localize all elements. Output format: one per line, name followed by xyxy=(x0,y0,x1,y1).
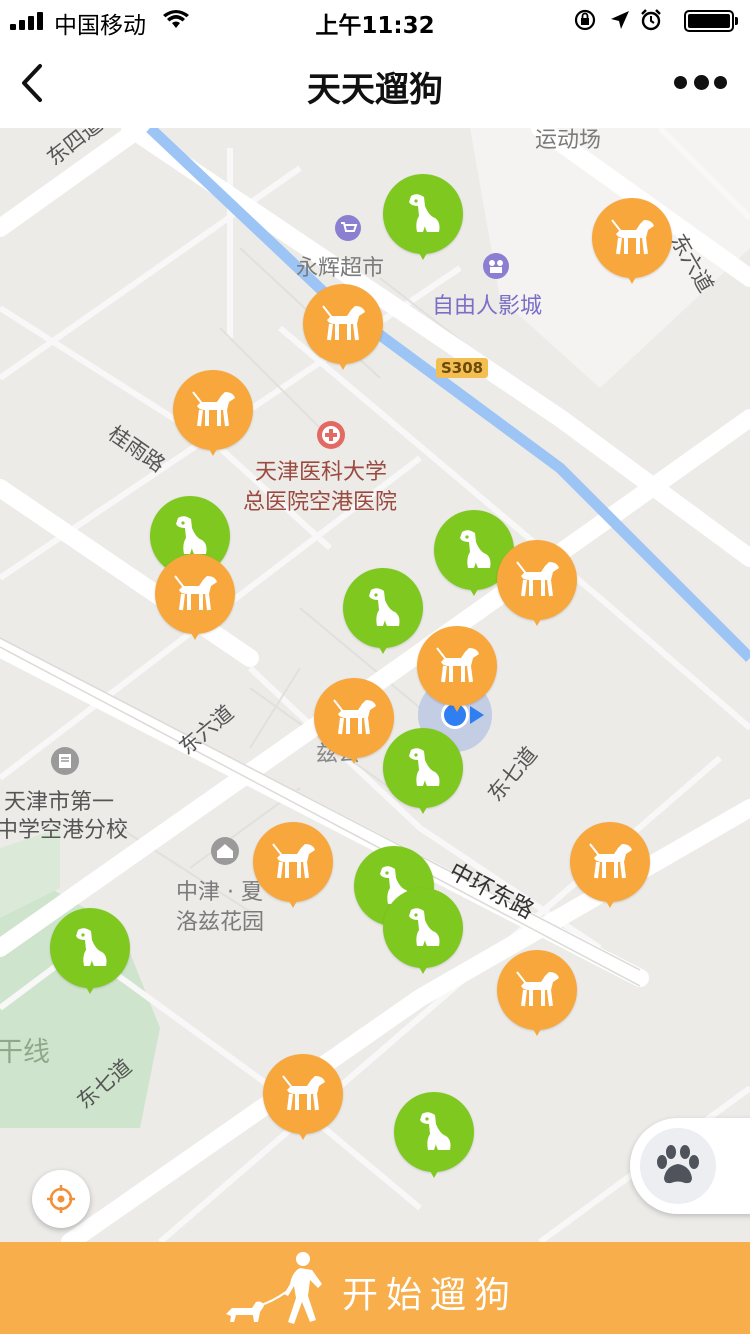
dog-marker-green[interactable] xyxy=(50,908,130,1002)
dog-marker-orange[interactable] xyxy=(570,822,650,916)
residence-icon xyxy=(211,837,239,865)
poi-label-school: 中学空港分校 xyxy=(0,818,129,843)
walking-dog-icon xyxy=(333,699,376,735)
location-arrow-icon xyxy=(611,11,629,29)
sitting-dog-icon xyxy=(369,588,400,626)
hospital-icon xyxy=(317,421,345,449)
dog-marker-green[interactable] xyxy=(383,174,463,268)
sitting-dog-icon xyxy=(409,194,440,232)
dog-marker-green[interactable] xyxy=(383,888,463,982)
poi-label-hospital: 总医院空港医院 xyxy=(243,490,398,515)
sitting-dog-icon xyxy=(76,928,107,966)
nav-bar: 天天遛狗 xyxy=(0,40,750,128)
dog-marker-orange[interactable] xyxy=(592,198,672,292)
more-dots-icon[interactable] xyxy=(674,72,728,96)
dog-marker-orange[interactable] xyxy=(314,678,394,772)
dog-marker-orange[interactable] xyxy=(497,540,577,634)
walking-dog-icon xyxy=(589,843,632,879)
poi-label-residence: 中津 · 夏 xyxy=(176,880,263,905)
school-icon xyxy=(51,747,79,775)
dog-marker-orange[interactable] xyxy=(263,1054,343,1148)
dog-marker-orange[interactable] xyxy=(253,822,333,916)
walking-dog-icon xyxy=(516,561,559,597)
dog-marker-orange[interactable] xyxy=(303,284,383,378)
dog-marker-green[interactable] xyxy=(343,568,423,662)
locate-button[interactable] xyxy=(32,1170,90,1228)
walking-dog-icon xyxy=(322,305,365,341)
walking-dog-icon xyxy=(436,647,479,683)
dog-marker-orange[interactable] xyxy=(417,626,497,720)
start-walk-label: 开始遛狗 xyxy=(342,1275,519,1316)
orientation-lock-icon xyxy=(574,9,596,31)
person-walking-dog-icon xyxy=(226,1252,322,1324)
poi-label: 运动场 xyxy=(535,128,602,153)
walking-dog-icon xyxy=(282,1075,325,1111)
dog-marker-orange[interactable] xyxy=(497,950,577,1044)
poi-label-cinema: 自由人影城 xyxy=(432,294,543,319)
walking-dog-icon xyxy=(174,575,217,611)
page-title: 天天遛狗 xyxy=(307,70,443,110)
sitting-dog-icon xyxy=(409,908,440,946)
highway-badge: S308 xyxy=(436,358,489,378)
paw-icon xyxy=(657,1145,699,1184)
cinema-icon xyxy=(483,253,509,279)
status-bar: 中国移动 上午11:32 xyxy=(0,0,750,40)
walking-dog-icon xyxy=(611,219,654,255)
sitting-dog-icon xyxy=(460,530,491,568)
poi-label-residence: 洛兹花园 xyxy=(176,910,265,935)
supermarket-icon xyxy=(335,215,361,241)
dog-marker-green[interactable] xyxy=(383,728,463,822)
battery-icon xyxy=(684,10,738,32)
dog-marker-green[interactable] xyxy=(394,1092,474,1186)
status-icons xyxy=(573,8,738,34)
poi-label-supermarket: 永辉超市 xyxy=(296,256,385,281)
poi-label-hospital: 天津医科大学 xyxy=(255,460,388,485)
paw-button[interactable] xyxy=(630,1118,750,1214)
dog-marker-orange[interactable] xyxy=(155,554,235,648)
sitting-dog-icon xyxy=(420,1112,451,1150)
sitting-dog-icon xyxy=(409,748,440,786)
alarm-icon xyxy=(641,9,661,31)
road-label: 干线 xyxy=(0,1037,50,1068)
dog-marker-orange[interactable] xyxy=(173,370,253,464)
walking-dog-icon xyxy=(272,843,315,879)
walking-dog-icon xyxy=(516,971,559,1007)
walking-dog-icon xyxy=(192,391,235,427)
locate-target-icon xyxy=(47,1185,75,1213)
start-walk-button[interactable]: 开始遛狗 xyxy=(0,1242,750,1334)
map-view[interactable]: 东四道 运动场 永辉超市 自由人影城 东六道 S308 桂雨路 天津医科大学 总… xyxy=(0,128,750,1242)
